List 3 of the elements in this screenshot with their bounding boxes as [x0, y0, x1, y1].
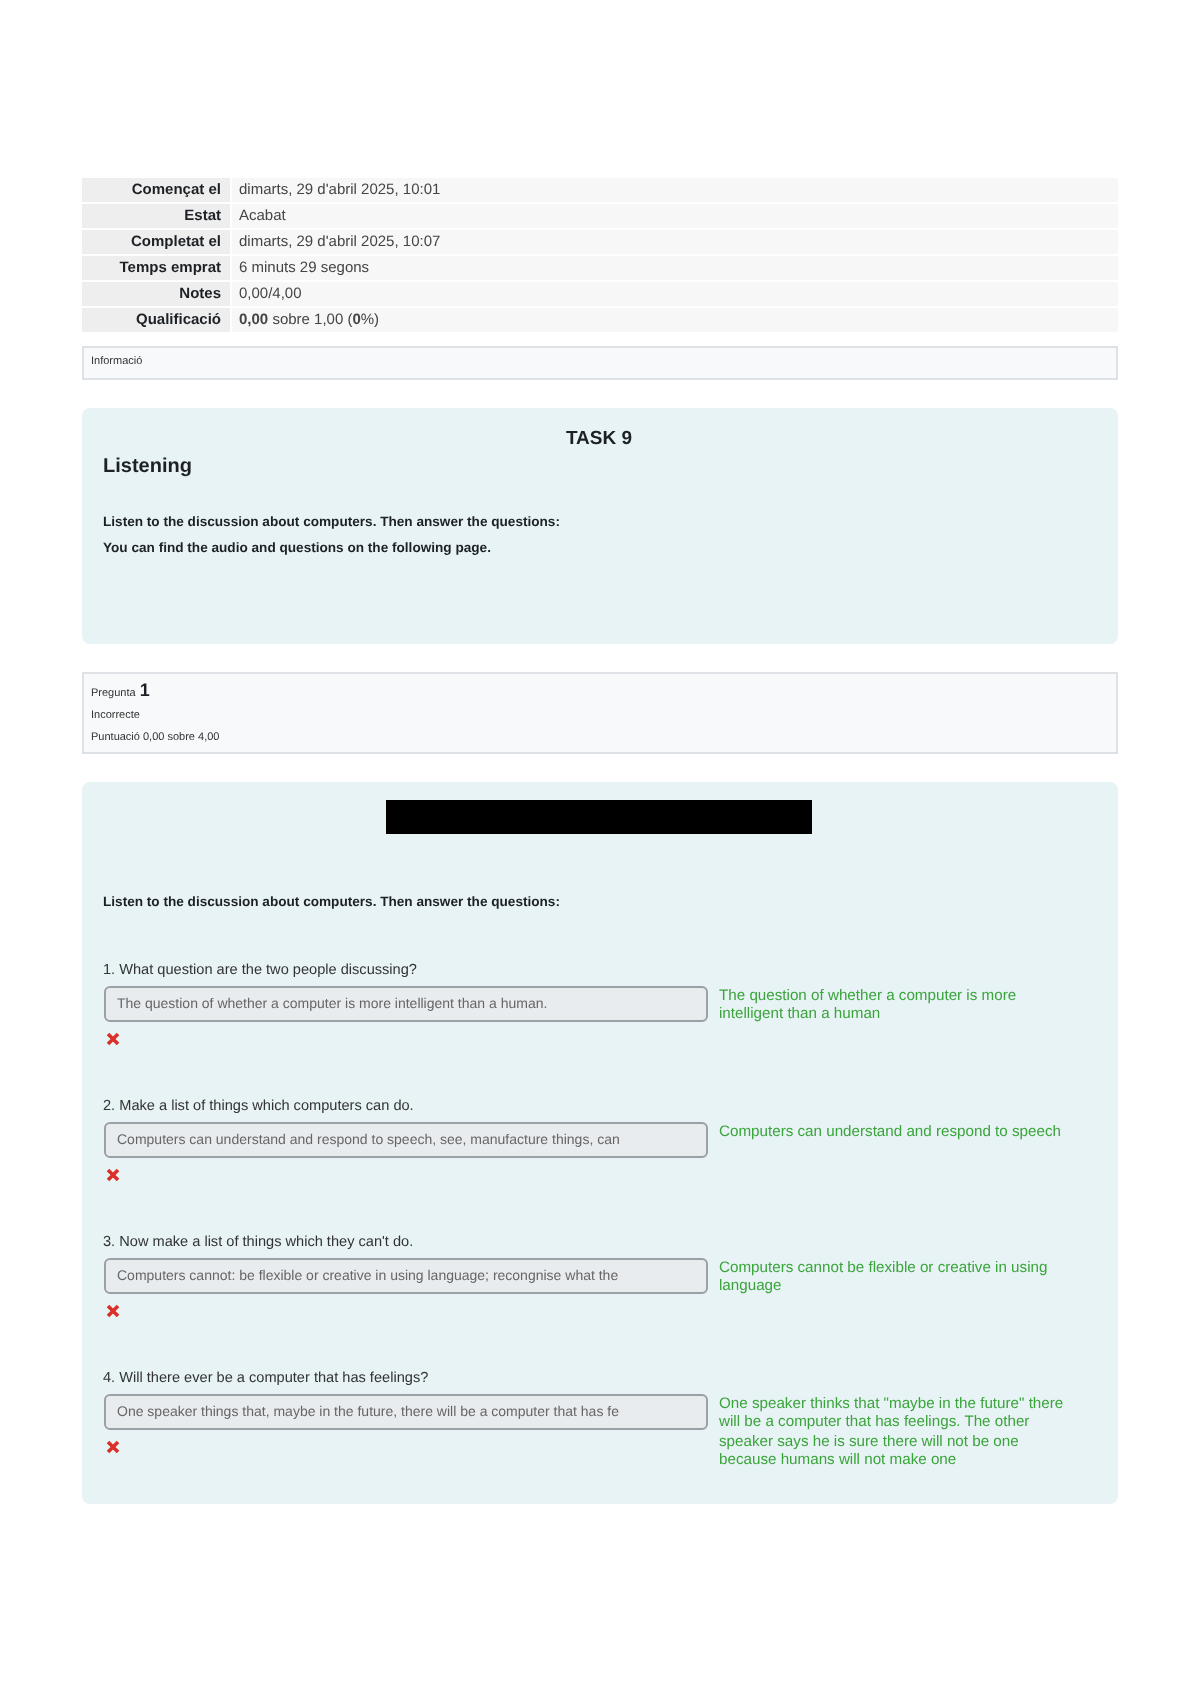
question-number: 1 [139, 680, 150, 700]
task-heading: TASK 9 [563, 428, 635, 450]
task-title: Listening [103, 456, 194, 478]
